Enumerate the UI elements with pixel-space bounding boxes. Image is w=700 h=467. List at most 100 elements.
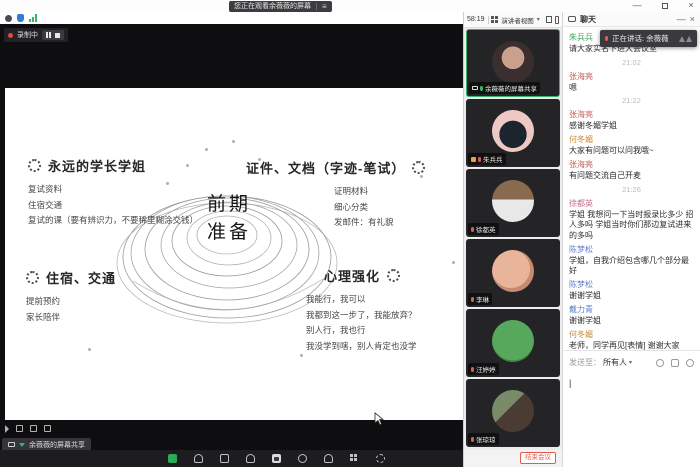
chat-message: 何冬媚 老师，同学再见[表情] 谢谢大家 [569, 329, 694, 350]
watching-screen-label: 您正在观看余薇薇的屏幕 [234, 1, 311, 12]
window-maximize-button[interactable] [662, 3, 668, 9]
chat-input-area[interactable]: 发送至： 所有人 ▾ | [563, 350, 700, 467]
message-text: 谢谢学姐 [569, 291, 694, 302]
end-meeting-button[interactable]: 结束会议 [520, 452, 556, 464]
timestamp: 21:02 [569, 58, 694, 67]
shared-screen-area: 录制中 [0, 24, 463, 450]
speaking-toast: 正在讲话: 余薇薇 [600, 30, 697, 47]
section-item: 我没学到嗐，别人肯定也没学 [306, 339, 463, 355]
decor-dot [232, 140, 235, 143]
video-tile[interactable]: 张琼琼 [466, 379, 560, 447]
chat-message: 陈梦松 学姐，自我介绍包含哪几个部分最好 [569, 244, 694, 277]
apps-button[interactable] [350, 454, 359, 463]
sender-name: 陈梦松 [569, 244, 694, 256]
message-text: 嗯 [569, 83, 694, 94]
video-tile[interactable]: 徐都英 [466, 169, 560, 237]
view-mode-button[interactable]: 演讲者视图 [501, 15, 534, 25]
participant-name-label: 李琳 [468, 293, 492, 305]
screen-share-status-label: 余薇薇的屏幕共享 [29, 440, 85, 450]
pencil-icon[interactable] [16, 425, 23, 432]
pointer-icon[interactable] [5, 425, 9, 433]
chevron-down-icon[interactable]: ▾ [629, 359, 632, 366]
settings-button[interactable] [376, 454, 385, 463]
members-button[interactable] [324, 454, 333, 463]
mic-muted-icon [478, 157, 481, 162]
chat-message-list[interactable]: 朱兵兵 请大家实名下进大会议室 21:02 张海亮 嗯 21:22 张海亮 感谢… [563, 28, 700, 350]
chat-minimize-button[interactable]: — [677, 12, 686, 27]
chat-close-button[interactable]: × [690, 12, 695, 27]
watching-screen-banner[interactable]: 您正在观看余薇薇的屏幕 ≡ [229, 1, 332, 12]
video-tile[interactable]: 汪婷婷 [466, 309, 560, 377]
mandala-icon [26, 271, 39, 284]
participants-video-panel: 58:19 演讲者视图 ▾ 余薇薇的屏幕共享 [463, 12, 562, 450]
video-tiles-list: 余薇薇的屏幕共享 朱兵兵 徐都英 [466, 29, 560, 449]
pause-recording-button[interactable] [46, 32, 51, 38]
meeting-timer: 58:19 [467, 16, 485, 23]
message-text: 学姐，自我介绍包含哪几个部分最好 [569, 256, 694, 277]
screen-share-button[interactable] [168, 454, 177, 463]
layout-grid-icon[interactable] [491, 16, 498, 23]
participant-name-label: 张琼琼 [468, 433, 499, 445]
avatar [492, 390, 534, 432]
send-to-selector[interactable]: 所有人 [603, 357, 627, 368]
stop-recording-button[interactable] [55, 33, 60, 38]
meeting-security-icon[interactable] [17, 14, 24, 22]
sender-name: 何冬媚 [569, 329, 694, 341]
sender-name: 徐都英 [569, 198, 694, 210]
chat-header: 聊天 — × [563, 12, 700, 27]
network-signal-icon[interactable] [29, 14, 37, 22]
arrow-icon[interactable] [44, 425, 51, 432]
chevron-down-icon[interactable]: ▾ [537, 16, 540, 23]
message-text: 学姐 我想问一下当时报录比多少 招人多吗 学姐当时你们那边复试进来的多吗 [569, 210, 694, 242]
audio-button[interactable] [194, 454, 203, 463]
menu-icon[interactable]: ≡ [322, 1, 327, 12]
video-button[interactable] [220, 454, 229, 463]
chat-message: 张海亮 有问题交流自己开麦 [569, 159, 694, 182]
chat-panel: 聊天 — × 朱兵兵 请大家实名下进大会议室 21:02 张海亮 嗯 21:22… [562, 12, 700, 467]
participant-name-label: 朱兵兵 [468, 153, 506, 165]
divider [316, 3, 317, 10]
video-tile[interactable]: 李琳 [466, 239, 560, 307]
emoji-icon[interactable] [656, 359, 664, 367]
window-close-button[interactable]: × [684, 0, 698, 11]
chat-message: 戴力青 谢谢学姐 [569, 304, 694, 327]
section-title: 永远的学长学姐 [48, 156, 146, 175]
download-arrow-icon [19, 443, 25, 447]
recording-indicator: 录制中 [4, 28, 68, 42]
chat-message: 何冬媚 大家有问题可以问我哦~ [569, 134, 694, 157]
device-icon[interactable] [555, 16, 559, 24]
chat-button[interactable] [272, 454, 281, 463]
invite-button[interactable] [246, 454, 255, 463]
meeting-info-icon[interactable] [5, 15, 12, 22]
screenshot-icon[interactable] [671, 359, 679, 367]
timestamp: 21:26 [569, 185, 694, 194]
section-item: 住宿交通 [28, 198, 238, 214]
mic-on-icon [480, 86, 483, 91]
participant-name-label: 徐都英 [468, 223, 499, 235]
video-tile[interactable]: 朱兵兵 [466, 99, 560, 167]
video-tile-presenter[interactable]: 余薇薇的屏幕共享 [466, 29, 560, 97]
window-minimize-button[interactable]: — [630, 0, 644, 11]
section-item: 提前预约 [26, 294, 186, 310]
message-text: 谢谢学姐 [569, 316, 694, 327]
sender-name: 张海亮 [569, 159, 694, 171]
sender-name: 陈梦松 [569, 279, 694, 291]
meeting-app-window: 您正在观看余薇薇的屏幕 ≡ — × 录制中 [0, 0, 700, 467]
timestamp: 21:22 [569, 96, 694, 105]
sender-name: 何冬媚 [569, 134, 694, 146]
screen-share-status-pill[interactable]: 余薇薇的屏幕共享 [2, 438, 91, 450]
mandala-icon [412, 161, 425, 174]
mic-muted-icon [471, 437, 474, 442]
slide-section-seniors: 永远的学长学姐 复试资料 住宿交通 复试的课（要有辨识力，不要稀里糊涂交钱） [28, 156, 238, 229]
section-item: 复试的课（要有辨识力，不要稀里糊涂交钱） [28, 213, 238, 229]
record-button[interactable] [298, 454, 307, 463]
mention-icon[interactable] [686, 359, 694, 367]
section-item: 证明材料 [334, 184, 426, 200]
whiteboard-icon[interactable] [30, 425, 37, 432]
fullscreen-icon[interactable] [546, 16, 552, 23]
app-logo-icon [679, 36, 692, 42]
section-item: 复试资料 [28, 182, 238, 198]
avatar [492, 320, 534, 362]
recording-label: 录制中 [17, 30, 38, 40]
chat-text-cursor[interactable]: | [569, 378, 694, 388]
